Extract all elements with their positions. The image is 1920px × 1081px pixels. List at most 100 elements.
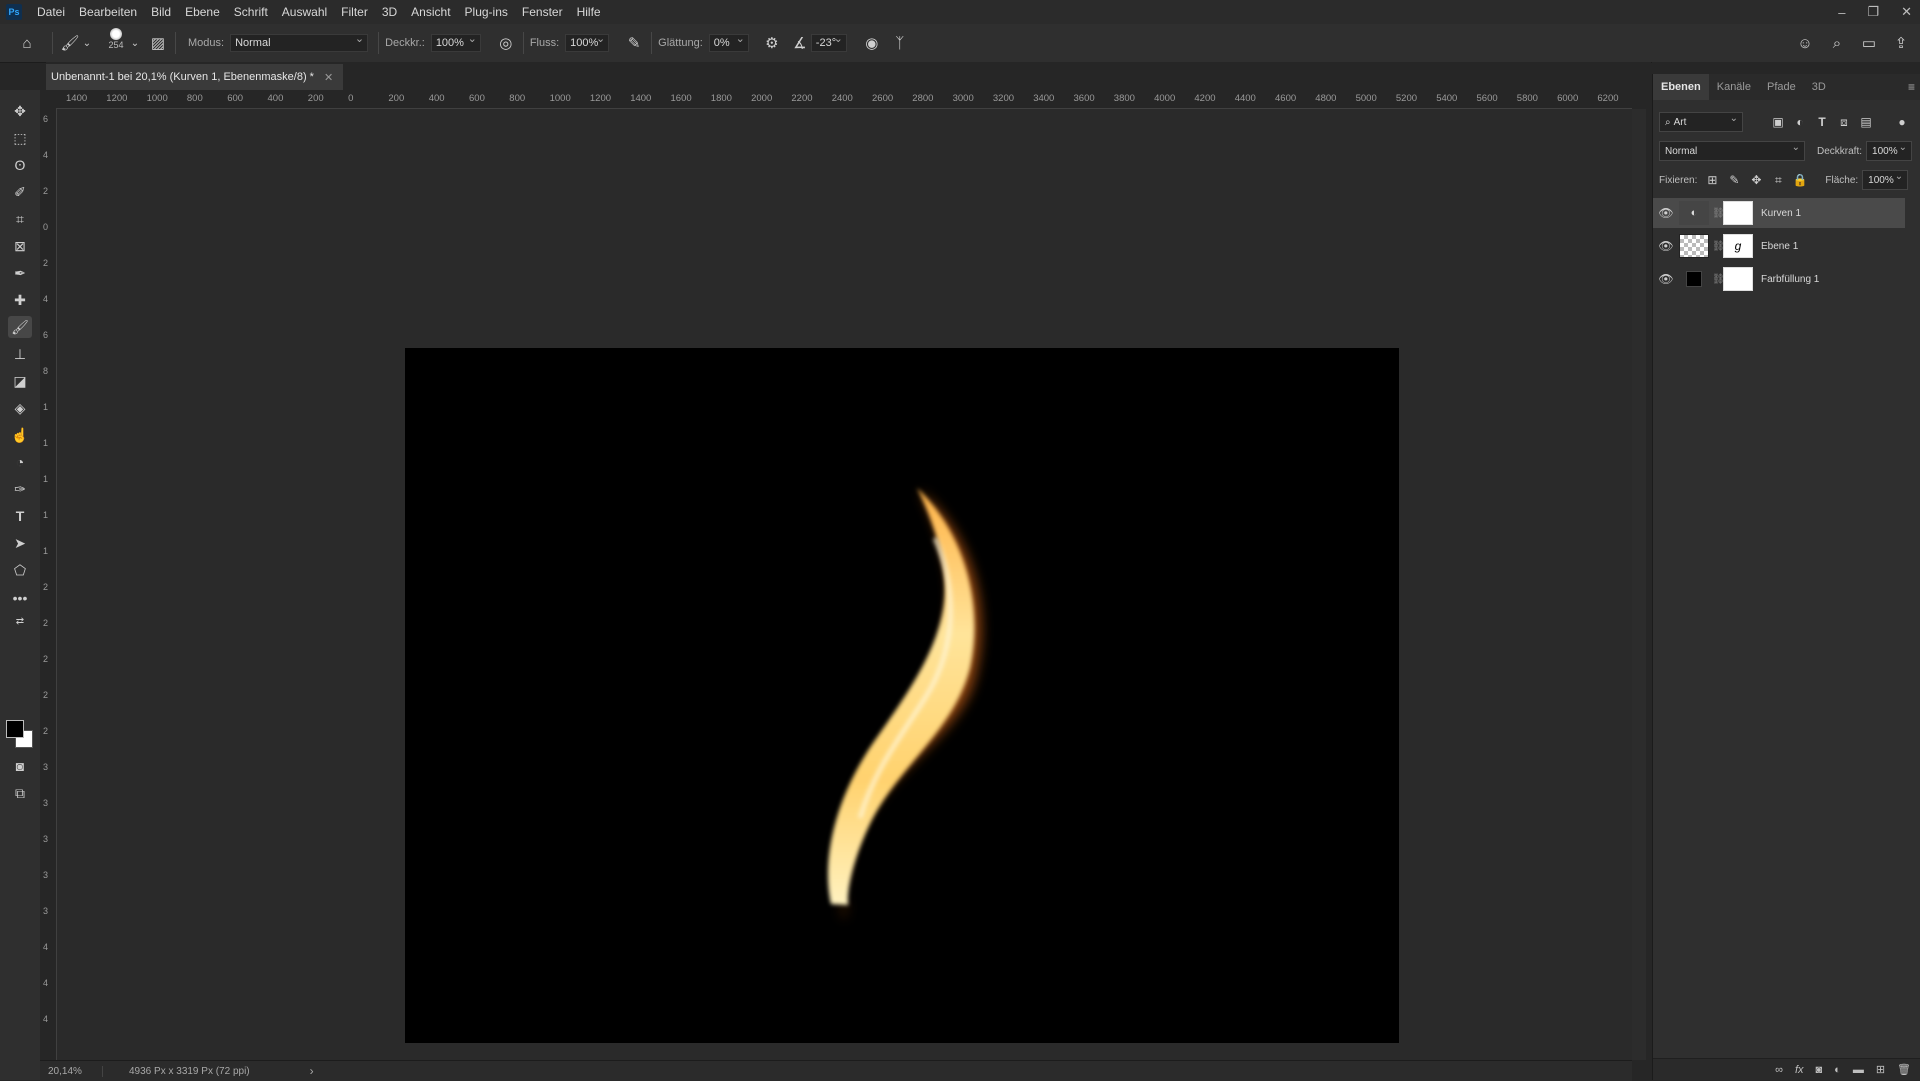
menu-filter[interactable]: Filter <box>334 5 375 19</box>
screen-mode-icon[interactable]: ⧉ <box>8 782 32 804</box>
menu-datei[interactable]: Datei <box>30 5 72 19</box>
chain-link-icon[interactable]: ⛓ <box>1712 208 1725 219</box>
filter-shape-icon[interactable]: ⧈ <box>1833 115 1855 130</box>
menu-plugins[interactable]: Plug-ins <box>458 5 515 19</box>
glaettung-input[interactable]: 0% <box>708 32 749 52</box>
chain-link-icon[interactable]: ⛓ <box>1712 241 1725 252</box>
path-selection-tool-icon[interactable]: ➤ <box>8 532 32 554</box>
menu-schrift[interactable]: Schrift <box>227 5 275 19</box>
minimize-icon[interactable]: – <box>1838 5 1845 20</box>
visibility-eye-icon[interactable]: 👁 <box>1653 239 1679 253</box>
canvas-pasteboard[interactable] <box>57 109 1632 1060</box>
angle-input[interactable]: -23° <box>810 32 847 52</box>
frame-tool-icon[interactable]: ⊠ <box>8 235 32 257</box>
adjustment-icon[interactable]: ◐ <box>1834 1064 1841 1076</box>
chain-link-icon[interactable]: ⛓ <box>1712 274 1725 285</box>
layer-row-ebene[interactable]: 👁 ⛓ ɡ Ebene 1 <box>1653 231 1905 261</box>
more-tools-icon[interactable]: ••• <box>8 587 32 609</box>
menu-fenster[interactable]: Fenster <box>515 5 570 19</box>
shape-tool-icon[interactable]: ⬠ <box>8 559 32 581</box>
tab-pfade[interactable]: Pfade <box>1759 74 1804 100</box>
chevron-down-icon[interactable]: ⌄ <box>81 32 93 54</box>
lock-all-icon[interactable]: 🔒 <box>1789 173 1811 187</box>
layer-mask-thumbnail[interactable]: ɡ <box>1723 234 1753 258</box>
search-icon[interactable]: ⌕ <box>1826 32 1848 54</box>
horizontal-ruler[interactable]: 1400 1200 1000 800 600 400 200 0 200 400 600 800 100… <box>56 90 1632 109</box>
menu-3d[interactable]: 3D <box>375 5 404 19</box>
lock-artboard-icon[interactable]: ⌗ <box>1767 173 1789 188</box>
airbrush-icon[interactable]: ✎ <box>623 32 645 54</box>
dodge-tool-icon[interactable]: ◔ <box>8 451 32 473</box>
filter-pixel-icon[interactable]: ▣ <box>1767 115 1789 129</box>
status-arrow-icon[interactable]: › <box>310 1064 314 1078</box>
healing-brush-tool-icon[interactable]: ✚ <box>8 289 32 311</box>
layer-mask-thumbnail[interactable] <box>1723 267 1753 291</box>
smudge-tool-icon[interactable]: ☝ <box>8 424 32 446</box>
restore-icon[interactable]: ❐ <box>1867 4 1879 20</box>
lasso-tool-icon[interactable]: ʘ <box>8 154 32 176</box>
new-layer-icon[interactable]: ⊞ <box>1876 1063 1885 1076</box>
share-icon[interactable]: ⇪ <box>1890 32 1912 54</box>
brush-tool-icon[interactable]: 🖌 <box>59 32 81 54</box>
eyedropper-tool-icon[interactable]: ✒ <box>8 262 32 284</box>
quick-mask-icon[interactable]: ◙ <box>8 755 32 777</box>
tab-kanaele[interactable]: Kanäle <box>1709 74 1759 100</box>
chevron-down-icon[interactable]: ⌄ <box>129 32 141 54</box>
blend-mode-select[interactable]: Normal <box>1659 141 1805 161</box>
panel-menu-icon[interactable]: ≡ <box>1908 80 1915 94</box>
filter-toggle-icon[interactable]: ● <box>1891 115 1913 129</box>
modus-select[interactable]: Normal <box>230 32 369 52</box>
layer-row-farbfuellung[interactable]: 👁 ⛓ Farbfüllung 1 <box>1653 264 1905 294</box>
mask-icon[interactable]: ◙ <box>1816 1064 1823 1076</box>
folder-icon[interactable]: ▬ <box>1853 1064 1864 1076</box>
filter-smart-object-icon[interactable]: ▤ <box>1855 115 1877 129</box>
brush-tool-icon[interactable]: 🖌 <box>8 316 32 338</box>
visibility-eye-icon[interactable]: 👁 <box>1653 206 1679 220</box>
pressure-size-icon[interactable]: ◉ <box>861 32 883 54</box>
stamp-tool-icon[interactable]: ⊥ <box>8 343 32 365</box>
zoom-level[interactable]: 20,14% <box>40 1065 103 1077</box>
layer-row-kurven[interactable]: 👁 ◐ ⛓ Kurven 1 <box>1653 198 1905 228</box>
tab-3d[interactable]: 3D <box>1804 74 1834 100</box>
opacity-input[interactable]: 100% <box>1866 141 1913 161</box>
symmetry-icon[interactable]: ᛉ <box>889 32 911 54</box>
visibility-eye-icon[interactable]: 👁 <box>1653 272 1679 286</box>
lock-position-icon[interactable]: ✥ <box>1745 173 1767 187</box>
menu-bearbeiten[interactable]: Bearbeiten <box>72 5 144 19</box>
vertical-scrollbar[interactable] <box>1632 109 1646 1060</box>
trash-icon[interactable]: 🗑 <box>1897 1063 1911 1076</box>
close-window-icon[interactable]: ✕ <box>1901 4 1912 20</box>
document-tab[interactable]: Unbenannt-1 bei 20,1% (Kurven 1, Ebenenm… <box>46 64 344 90</box>
fx-icon[interactable]: fx <box>1795 1064 1804 1076</box>
menu-ebene[interactable]: Ebene <box>178 5 227 19</box>
tab-ebenen[interactable]: Ebenen <box>1653 74 1709 100</box>
document-canvas[interactable] <box>405 348 1399 1043</box>
swap-colors-icon[interactable]: ⇄ <box>8 610 32 632</box>
deckkr-input[interactable]: 100% <box>430 32 481 52</box>
account-icon[interactable]: ☺ <box>1794 32 1816 54</box>
quick-select-tool-icon[interactable]: ✐ <box>8 181 32 203</box>
photoshop-logo[interactable]: Ps <box>6 4 22 20</box>
vertical-ruler[interactable]: 6 4 2 0 2 4 6 8 1 1 1 1 1 2 2 2 2 2 3 3 3 3 3 4 4 4 <box>40 108 57 1060</box>
pressure-opacity-icon[interactable]: ◎ <box>495 32 517 54</box>
menu-hilfe[interactable]: Hilfe <box>570 5 608 19</box>
gear-icon[interactable]: ⚙ <box>761 32 783 54</box>
menu-bild[interactable]: Bild <box>144 5 178 19</box>
layer-mask-thumbnail[interactable] <box>1723 201 1753 225</box>
pen-tool-icon[interactable]: ✑ <box>8 478 32 500</box>
link-icon[interactable]: ∞ <box>1775 1064 1783 1076</box>
type-tool-icon[interactable]: T <box>8 505 32 527</box>
menu-ansicht[interactable]: Ansicht <box>404 5 457 19</box>
lock-transparency-icon[interactable]: ⊞ <box>1701 173 1723 187</box>
brush-preset-picker[interactable]: 254 <box>103 28 129 58</box>
fill-input[interactable]: 100% <box>1862 170 1909 190</box>
filter-type-icon[interactable]: T <box>1811 115 1833 129</box>
eraser-tool-icon[interactable]: ◪ <box>8 370 32 392</box>
move-tool-icon[interactable]: ✥ <box>8 100 32 122</box>
foreground-color-swatch[interactable] <box>6 720 24 738</box>
home-icon[interactable]: ⌂ <box>16 32 38 54</box>
lock-pixels-icon[interactable]: ✎ <box>1723 173 1745 187</box>
filter-adjustment-icon[interactable]: ◐ <box>1789 115 1811 129</box>
crop-tool-icon[interactable]: ⌗ <box>8 208 32 230</box>
marquee-tool-icon[interactable]: ⬚ <box>8 127 32 149</box>
